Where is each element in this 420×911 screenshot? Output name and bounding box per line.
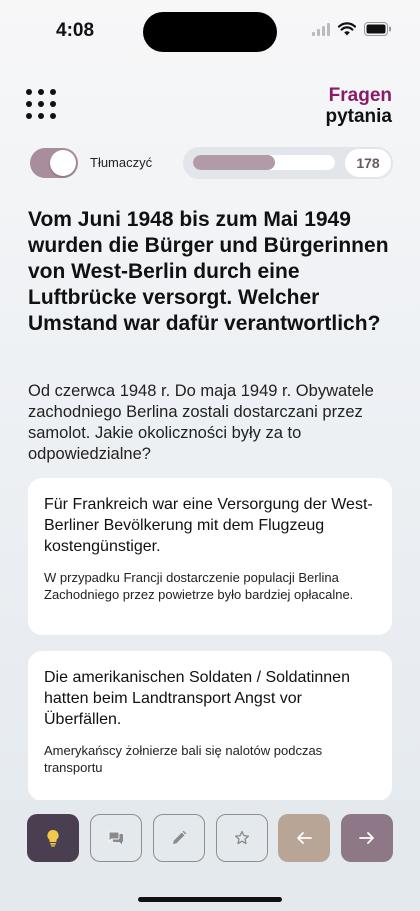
wifi-icon <box>338 22 356 36</box>
comment-icon <box>108 831 123 845</box>
answer-text-de: Die amerikanischen Soldaten / Soldatinne… <box>44 669 350 728</box>
edit-note-button[interactable] <box>153 814 205 862</box>
app-logo: Fragen pytania <box>325 85 392 128</box>
status-bar: 4:08 <box>0 0 420 60</box>
answer-text-pl: W przypadku Francji dostarczenie populac… <box>44 570 354 602</box>
status-time: 4:08 <box>56 20 95 41</box>
signal-icon <box>312 22 330 36</box>
status-icons <box>312 22 392 36</box>
hint-button[interactable] <box>27 814 79 862</box>
answer-option[interactable]: Für Frankreich war eine Versorgung der W… <box>28 478 392 635</box>
home-indicator <box>138 897 282 902</box>
dynamic-island <box>143 12 277 52</box>
comment-button[interactable] <box>90 814 142 862</box>
answer-text-pl: Amerykańscy żołnierze bali się nalotów p… <box>44 743 323 775</box>
lightbulb-icon <box>47 829 59 847</box>
toggle-knob <box>50 150 76 176</box>
answer-text-de: Für Frankreich war eine Versorgung der W… <box>44 496 373 555</box>
favorite-button[interactable] <box>216 814 268 862</box>
question-counter: 178 <box>345 149 391 177</box>
progress-track <box>193 155 335 170</box>
translate-toggle-label: Tłumaczyć <box>90 155 153 170</box>
answer-option[interactable]: Die amerikanischen Soldaten / Soldatinne… <box>28 651 392 801</box>
battery-icon <box>364 22 392 36</box>
brand-title-pl: pytania <box>325 105 392 127</box>
progress-indicator: 178 <box>183 147 393 179</box>
question-text-de: Vom Juni 1948 bis zum Mai 1949 wurden di… <box>28 208 389 335</box>
arrow-right-icon <box>359 832 374 844</box>
progress-fill <box>193 155 276 170</box>
star-icon <box>234 830 250 845</box>
pencil-icon <box>173 830 187 844</box>
next-button[interactable] <box>341 814 393 862</box>
question-text-pl: Od czerwca 1948 r. Do maja 1949 r. Obywa… <box>28 382 374 463</box>
grid-dots-icon[interactable] <box>26 89 56 119</box>
brand-title-de: Fragen <box>328 85 392 106</box>
previous-button[interactable] <box>278 814 330 862</box>
arrow-left-icon <box>297 832 312 844</box>
translate-toggle[interactable] <box>30 148 78 178</box>
